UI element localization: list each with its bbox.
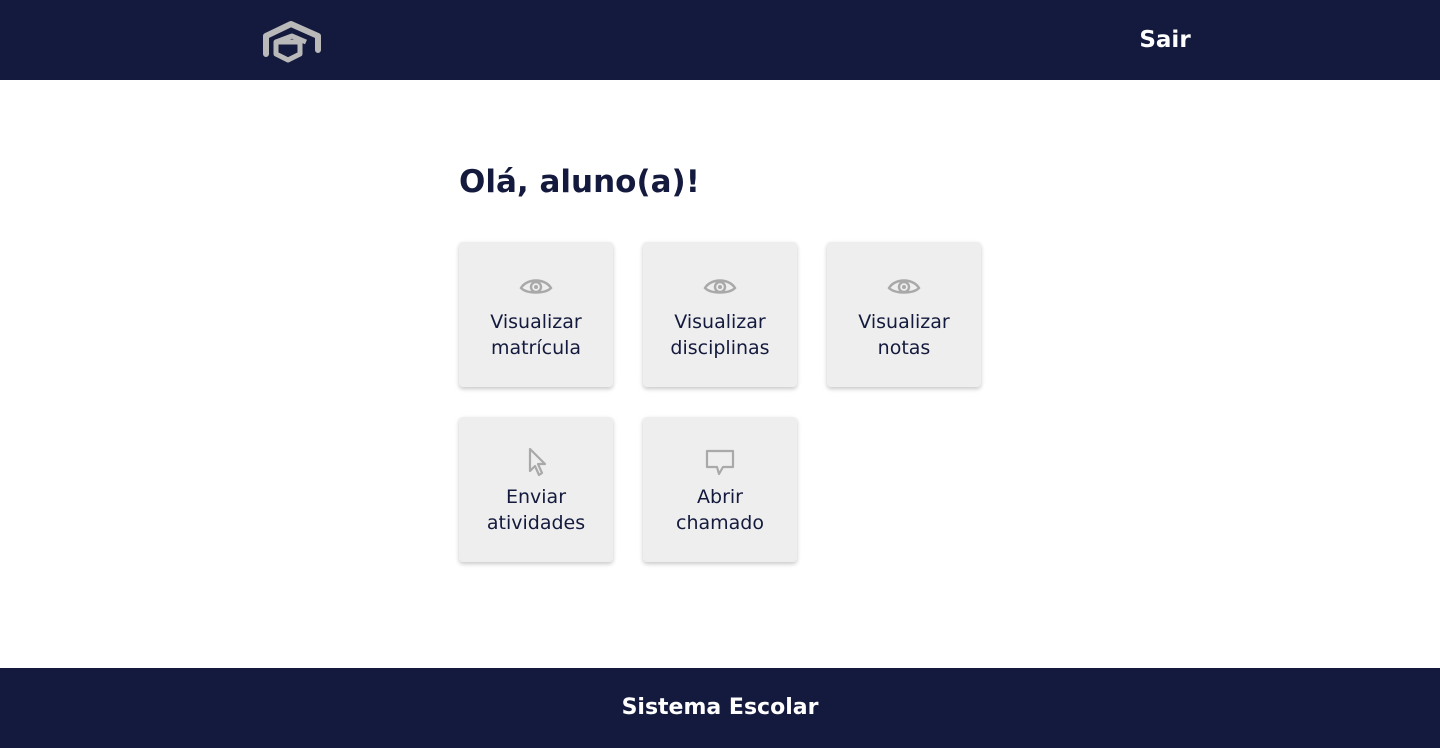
cursor-pointer-icon: [519, 447, 553, 477]
submit-activities-card[interactable]: Enviar atividades: [459, 417, 613, 562]
eye-icon: [519, 272, 553, 302]
view-subjects-card[interactable]: Visualizar disciplinas: [643, 242, 797, 387]
card-label: Abrir chamado: [676, 486, 764, 534]
eye-icon: [887, 272, 921, 302]
footer-title: Sistema Escolar: [621, 695, 819, 720]
card-label: Visualizar notas: [858, 311, 950, 359]
dashboard-main: Olá, aluno(a)! Visualizar matrícula Visu…: [459, 80, 999, 668]
view-enrollment-card[interactable]: Visualizar matrícula: [459, 242, 613, 387]
graduation-cap-icon[interactable]: [262, 20, 322, 64]
card-label: Visualizar matrícula: [490, 311, 582, 359]
footer: Sistema Escolar: [0, 668, 1440, 748]
eye-icon: [703, 272, 737, 302]
view-grades-card[interactable]: Visualizar notas: [827, 242, 981, 387]
logout-button[interactable]: Sair: [1130, 24, 1200, 56]
card-label: Enviar atividades: [486, 486, 586, 534]
top-bar: Sair: [0, 0, 1440, 80]
page-title: Olá, aluno(a)!: [459, 164, 700, 200]
chat-bubble-icon: [703, 447, 737, 477]
card-label: Visualizar disciplinas: [670, 311, 770, 359]
open-ticket-card[interactable]: Abrir chamado: [643, 417, 797, 562]
